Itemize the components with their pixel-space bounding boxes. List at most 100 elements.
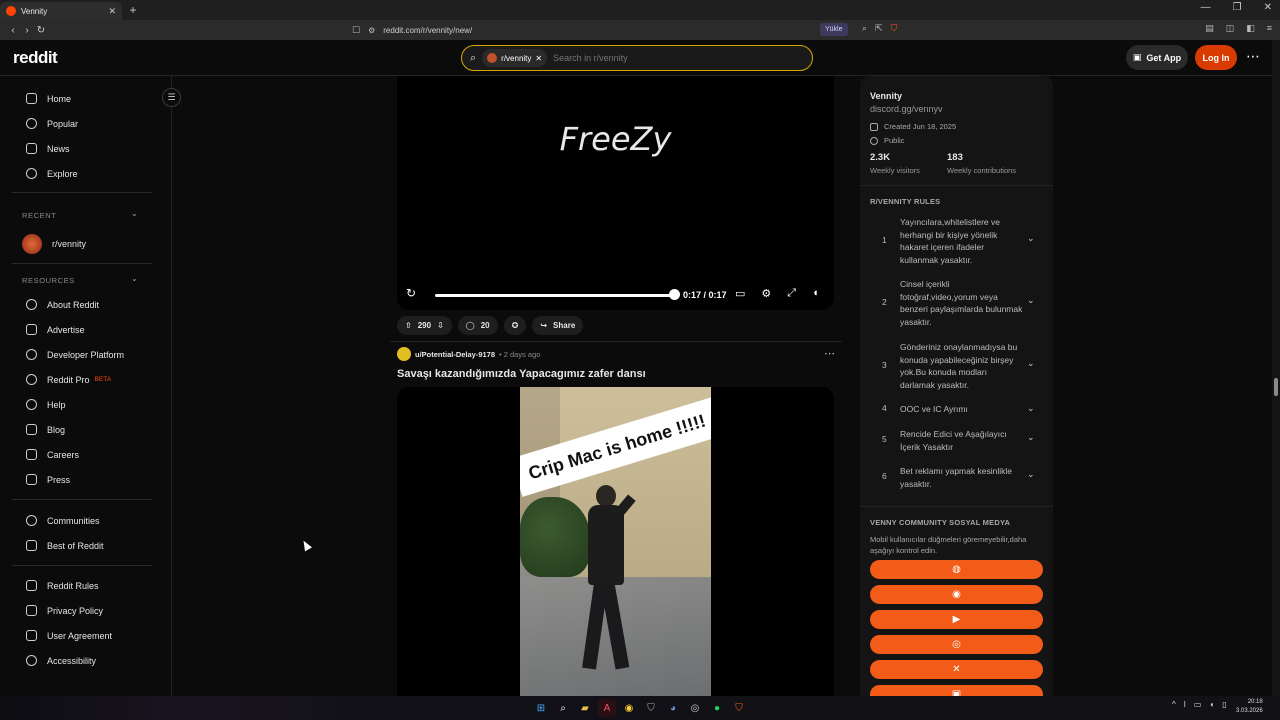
nav-blog[interactable]: Blog: [26, 424, 65, 435]
community-link[interactable]: discord.gg/vennyv: [870, 104, 943, 114]
collapse-sidebar-button[interactable]: ☰: [162, 88, 181, 107]
windows-start-icon[interactable]: ⊞: [532, 699, 550, 717]
resources-chevron-icon[interactable]: ⌄: [131, 274, 138, 283]
speaker-icon[interactable]: ◖: [1209, 700, 1214, 709]
share-button[interactable]: ↪ Share: [532, 316, 584, 335]
close-tab-icon[interactable]: ✕: [108, 6, 116, 17]
social-button-instagram[interactable]: ◎: [870, 635, 1043, 654]
more-options-icon[interactable]: ⋯: [1246, 48, 1260, 65]
spotify-icon[interactable]: ●: [708, 699, 726, 717]
search-community-chip[interactable]: r/vennity ✕: [482, 49, 548, 67]
taskbar-search-icon[interactable]: ⌕: [554, 699, 572, 717]
brave-icon[interactable]: ⛉: [730, 699, 748, 717]
browser-tab[interactable]: Vennity ✕: [0, 2, 122, 20]
nav-home[interactable]: Home: [26, 93, 71, 104]
nav-reddit-rules[interactable]: Reddit Rules: [26, 580, 99, 591]
forward-icon[interactable]: ›: [20, 25, 34, 36]
replay-icon[interactable]: ↻: [406, 286, 416, 300]
chevron-down-icon[interactable]: ⌄: [1027, 295, 1035, 306]
adobe-icon[interactable]: A: [598, 699, 616, 717]
nav-best-of-reddit[interactable]: Best of Reddit: [26, 540, 104, 551]
search-box[interactable]: ⌕ r/vennity ✕: [461, 45, 813, 71]
menu-icon[interactable]: ≡: [1267, 23, 1272, 34]
shield-icon[interactable]: ⛉: [642, 699, 660, 717]
yukle-button[interactable]: Yükle: [820, 23, 848, 36]
post-author[interactable]: u/Potential-Delay-9178: [415, 350, 495, 359]
post2-video[interactable]: Crip Mac is home !!!!!: [397, 387, 834, 696]
chip-close-icon[interactable]: ✕: [535, 54, 542, 63]
file-explorer-icon[interactable]: ▰: [576, 699, 594, 717]
nav-reddit-pro[interactable]: Reddit Pro BETA: [26, 374, 111, 385]
nav-help[interactable]: Help: [26, 399, 66, 410]
scrollbar-thumb[interactable]: [1274, 378, 1278, 396]
nav-communities[interactable]: Communities: [26, 515, 100, 526]
nav-advertise[interactable]: Advertise: [26, 324, 85, 335]
comments-button[interactable]: ◯ 20: [457, 316, 498, 335]
taskbar-clock[interactable]: 20:18 3.03.2026: [1236, 698, 1263, 716]
close-window-icon[interactable]: ✕: [1264, 2, 1272, 13]
user-avatar[interactable]: [397, 347, 411, 361]
divider: [860, 185, 1053, 186]
brave-shield-icon[interactable]: ⛉: [891, 23, 898, 34]
battery-icon[interactable]: ▯: [1222, 700, 1226, 709]
nav-accessibility[interactable]: Accessibility: [26, 655, 96, 666]
chevron-down-icon[interactable]: ⌄: [1027, 403, 1035, 414]
qr-code-icon: ▣: [1132, 52, 1142, 62]
captions-icon[interactable]: ▭: [735, 287, 745, 300]
discord-app-icon[interactable]: ◕: [664, 699, 682, 717]
new-tab-button[interactable]: +: [122, 3, 144, 17]
site-info-icon[interactable]: ⚙: [368, 26, 375, 35]
chevron-down-icon[interactable]: ⌄: [1027, 469, 1035, 480]
nav-news[interactable]: News: [26, 143, 70, 154]
chrome-icon[interactable]: ◉: [620, 699, 638, 717]
post-options-icon[interactable]: ⋯: [824, 347, 835, 360]
nav-careers[interactable]: Careers: [26, 449, 79, 460]
tray-chevron-icon[interactable]: ^: [1172, 700, 1176, 709]
steam-icon[interactable]: ◎: [686, 699, 704, 717]
post1-video[interactable]: FreeZy ↻ 0:17 / 0:17 ▭ ⚙ ⤢ ◖: [397, 76, 834, 310]
recent-item-vennity[interactable]: r/vennity: [22, 234, 86, 254]
social-button-x[interactable]: ✕: [870, 660, 1043, 679]
reload-icon[interactable]: ↻: [34, 25, 48, 36]
seek-handle[interactable]: [669, 289, 680, 300]
volume-icon[interactable]: ◖: [812, 287, 819, 300]
nav-user-agreement[interactable]: User Agreement: [26, 630, 112, 641]
zoom-icon[interactable]: ⌕: [862, 23, 867, 34]
reddit-logo[interactable]: reddit: [13, 48, 58, 68]
post-title[interactable]: Savaşı kazandığımızda Yapacagımız zafer …: [397, 368, 646, 380]
social-button-youtube[interactable]: ▶: [870, 610, 1043, 629]
fullscreen-icon[interactable]: ⤢: [787, 287, 796, 300]
nav-privacy-policy[interactable]: Privacy Policy: [26, 605, 103, 616]
minimize-icon[interactable]: —: [1201, 2, 1211, 13]
chevron-down-icon[interactable]: ⌄: [1027, 432, 1035, 443]
sidebar-toggle-icon[interactable]: ▤: [1205, 23, 1214, 34]
nav-press[interactable]: Press: [26, 474, 70, 485]
chevron-down-icon[interactable]: ⌄: [1027, 358, 1035, 369]
award-button[interactable]: ✪: [503, 316, 527, 335]
network-icon[interactable]: ▭: [1194, 700, 1202, 709]
social-button-discord[interactable]: ◉: [870, 585, 1043, 604]
social-button-website[interactable]: ◍: [870, 560, 1043, 579]
search-input[interactable]: [553, 53, 804, 63]
mic-icon[interactable]: ǀ: [1184, 700, 1186, 709]
nav-developer-platform[interactable]: Developer Platform: [26, 349, 124, 360]
bookmark-icon[interactable]: ☐: [352, 25, 360, 36]
page-scrollbar[interactable]: [1272, 40, 1280, 696]
share-page-icon[interactable]: ⇱: [875, 23, 883, 34]
downvote-icon[interactable]: ⇩: [437, 321, 444, 330]
split-view-icon[interactable]: ◧: [1246, 23, 1255, 34]
chevron-down-icon[interactable]: ⌄: [1027, 233, 1035, 244]
get-app-button[interactable]: ▣ Get App: [1126, 45, 1188, 70]
nav-explore[interactable]: Explore: [26, 168, 78, 179]
restore-icon[interactable]: ❐: [1233, 2, 1242, 13]
recent-chevron-icon[interactable]: ⌄: [131, 209, 138, 218]
login-button[interactable]: Log In: [1195, 45, 1237, 70]
upvote-icon[interactable]: ⇧: [405, 321, 412, 330]
nav-about-reddit[interactable]: About Reddit: [26, 299, 99, 310]
back-icon[interactable]: ‹: [6, 25, 20, 36]
nav-popular[interactable]: Popular: [26, 118, 78, 129]
wallet-icon[interactable]: ◫: [1226, 23, 1235, 34]
settings-gear-icon[interactable]: ⚙: [761, 287, 771, 300]
seek-bar[interactable]: [435, 294, 675, 297]
press-icon: [26, 474, 37, 485]
